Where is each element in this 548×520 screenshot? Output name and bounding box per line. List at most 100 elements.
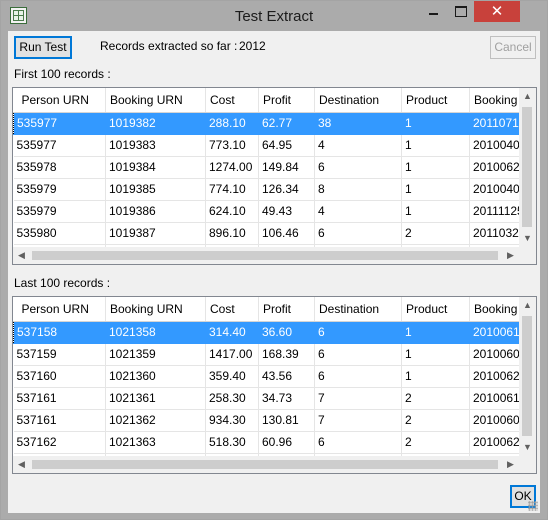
table-row[interactable]: 5359801019387896.10106.466220110320 xyxy=(13,222,519,245)
run-test-button[interactable]: Run Test xyxy=(14,36,72,59)
vertical-scrollbar[interactable]: ▲ ▼ xyxy=(519,297,536,456)
table-cell[interactable]: 7 xyxy=(314,409,402,432)
table-row[interactable]: 53597810193841274.00149.846120100621 xyxy=(13,156,519,179)
column-header[interactable]: Destination xyxy=(314,297,402,322)
table-cell[interactable]: 2 xyxy=(401,222,470,245)
table-cell[interactable]: 1 xyxy=(401,365,470,388)
column-header[interactable]: Profit xyxy=(258,297,315,322)
table-cell[interactable]: 1 xyxy=(401,134,470,157)
table-cell[interactable]: 20100624 xyxy=(469,431,519,454)
table-cell[interactable]: 6 xyxy=(314,343,402,366)
table-row[interactable]: 5371601021360359.4043.566120100626 xyxy=(13,365,519,388)
vertical-scrollbar[interactable]: ▲ ▼ xyxy=(519,88,536,247)
table-cell[interactable]: 934.30 xyxy=(205,409,259,432)
column-header[interactable]: Cost xyxy=(205,297,259,322)
cancel-button[interactable]: Cancel xyxy=(490,36,536,59)
table-cell[interactable]: 1019384 xyxy=(105,156,206,179)
table-cell[interactable]: 1019386 xyxy=(105,200,206,223)
table-cell[interactable]: 36.60 xyxy=(258,321,315,344)
table-cell[interactable]: 130.81 xyxy=(258,409,315,432)
table-cell[interactable]: 2 xyxy=(401,431,470,454)
table-cell[interactable]: 20110320 xyxy=(469,222,519,245)
table-cell[interactable]: 20100404 xyxy=(469,134,519,157)
table-row[interactable]: 5371611021362934.30130.817220100608 xyxy=(13,409,519,432)
table-cell[interactable]: 20100626 xyxy=(469,365,519,388)
column-header[interactable]: Destination xyxy=(314,88,402,113)
scroll-thumb[interactable] xyxy=(522,316,532,436)
table-cell[interactable]: 535979 xyxy=(13,178,106,201)
table-cell[interactable]: 1021359 xyxy=(105,343,206,366)
table-cell[interactable]: 20100612 xyxy=(469,321,519,344)
table-cell[interactable]: 8 xyxy=(314,178,402,201)
table-cell[interactable]: 359.40 xyxy=(205,365,259,388)
first-records-grid[interactable]: Person URN Booking URN Cost Profit Destinati… xyxy=(12,87,537,265)
scroll-left-icon[interactable]: ◀ xyxy=(13,247,30,264)
table-cell[interactable]: 20100621 xyxy=(469,156,519,179)
scroll-thumb[interactable] xyxy=(522,107,532,227)
table-cell[interactable]: 49.43 xyxy=(258,200,315,223)
table-row[interactable]: 5359791019385774.10126.348120100402 xyxy=(13,178,519,201)
table-row[interactable]: 5359771019383773.1064.954120100404 xyxy=(13,134,519,157)
table-cell[interactable]: 149.84 xyxy=(258,156,315,179)
table-cell[interactable]: 38 xyxy=(314,112,402,135)
table-cell[interactable]: 537159 xyxy=(13,343,106,366)
table-cell[interactable]: 6 xyxy=(314,156,402,179)
horizontal-scrollbar[interactable]: ◀ ▶ xyxy=(13,247,519,264)
column-header[interactable]: Booking URN xyxy=(105,88,206,113)
table-cell[interactable]: 1021360 xyxy=(105,365,206,388)
table-cell[interactable]: 7 xyxy=(314,387,402,410)
table-cell[interactable]: 537161 xyxy=(13,409,106,432)
table-row[interactable]: 53715910213591417.00168.396120100605 xyxy=(13,343,519,366)
table-row[interactable]: 535979 1019386 624.10 49.43 4 1 20111125 xyxy=(13,200,519,223)
table-cell[interactable]: 1019383 xyxy=(105,134,206,157)
table-cell[interactable]: 1019387 xyxy=(105,222,206,245)
table-cell[interactable]: 20100608 xyxy=(469,409,519,432)
table-cell[interactable]: 106.46 xyxy=(258,222,315,245)
table-cell[interactable]: 64.95 xyxy=(258,134,315,157)
table-cell[interactable]: 20111125 xyxy=(469,200,519,223)
table-cell[interactable]: 1 xyxy=(401,112,470,135)
scroll-thumb[interactable] xyxy=(32,251,498,260)
column-header[interactable]: Product xyxy=(401,88,470,113)
table-cell[interactable]: 4 xyxy=(314,134,402,157)
scroll-up-icon[interactable]: ▲ xyxy=(519,88,536,105)
table-cell[interactable]: 537158 xyxy=(13,321,106,344)
table-cell[interactable]: 314.40 xyxy=(205,321,259,344)
table-cell[interactable]: 535979 xyxy=(13,200,106,223)
table-cell[interactable]: 1 xyxy=(401,178,470,201)
maximize-button[interactable] xyxy=(447,1,474,22)
column-header[interactable]: Booking D xyxy=(469,297,519,322)
title-bar[interactable]: Test Extract ✕ xyxy=(1,1,547,31)
column-header[interactable]: Booking D xyxy=(469,88,519,113)
scroll-down-icon[interactable]: ▼ xyxy=(519,230,536,247)
table-cell[interactable]: 537161 xyxy=(13,387,106,410)
table-cell[interactable]: 1 xyxy=(401,343,470,366)
table-cell[interactable]: 1021363 xyxy=(105,431,206,454)
column-header[interactable]: Product xyxy=(401,297,470,322)
table-cell[interactable]: 537160 xyxy=(13,365,106,388)
scroll-right-icon[interactable]: ▶ xyxy=(502,247,519,264)
table-cell[interactable]: 537162 xyxy=(13,431,106,454)
column-header[interactable]: Profit xyxy=(258,88,315,113)
scroll-up-icon[interactable]: ▲ xyxy=(519,297,536,314)
column-header[interactable]: Cost xyxy=(205,88,259,113)
table-cell[interactable]: 1274.00 xyxy=(205,156,259,179)
table-cell[interactable]: 20100619 xyxy=(469,387,519,410)
minimize-button[interactable] xyxy=(420,1,447,22)
table-cell[interactable]: 1417.00 xyxy=(205,343,259,366)
table-cell[interactable]: 1019382 xyxy=(105,112,206,135)
table-cell[interactable]: 4 xyxy=(314,200,402,223)
table-cell[interactable]: 518.30 xyxy=(205,431,259,454)
table-cell[interactable]: 535977 xyxy=(13,112,106,135)
table-cell[interactable]: 60.96 xyxy=(258,431,315,454)
table-cell[interactable]: 896.10 xyxy=(205,222,259,245)
last-records-grid[interactable]: Person URN Booking URN Cost Profit Destinati… xyxy=(12,296,537,474)
column-header[interactable]: Booking URN xyxy=(105,297,206,322)
horizontal-scrollbar[interactable]: ◀ ▶ xyxy=(13,456,519,473)
table-cell[interactable]: 20100605 xyxy=(469,343,519,366)
table-cell[interactable]: 535978 xyxy=(13,156,106,179)
close-button[interactable]: ✕ xyxy=(474,1,520,22)
table-row[interactable]: 5371611021361258.3034.737220100619 xyxy=(13,387,519,410)
table-cell[interactable]: 1019385 xyxy=(105,178,206,201)
resize-grip-icon[interactable] xyxy=(528,501,538,511)
